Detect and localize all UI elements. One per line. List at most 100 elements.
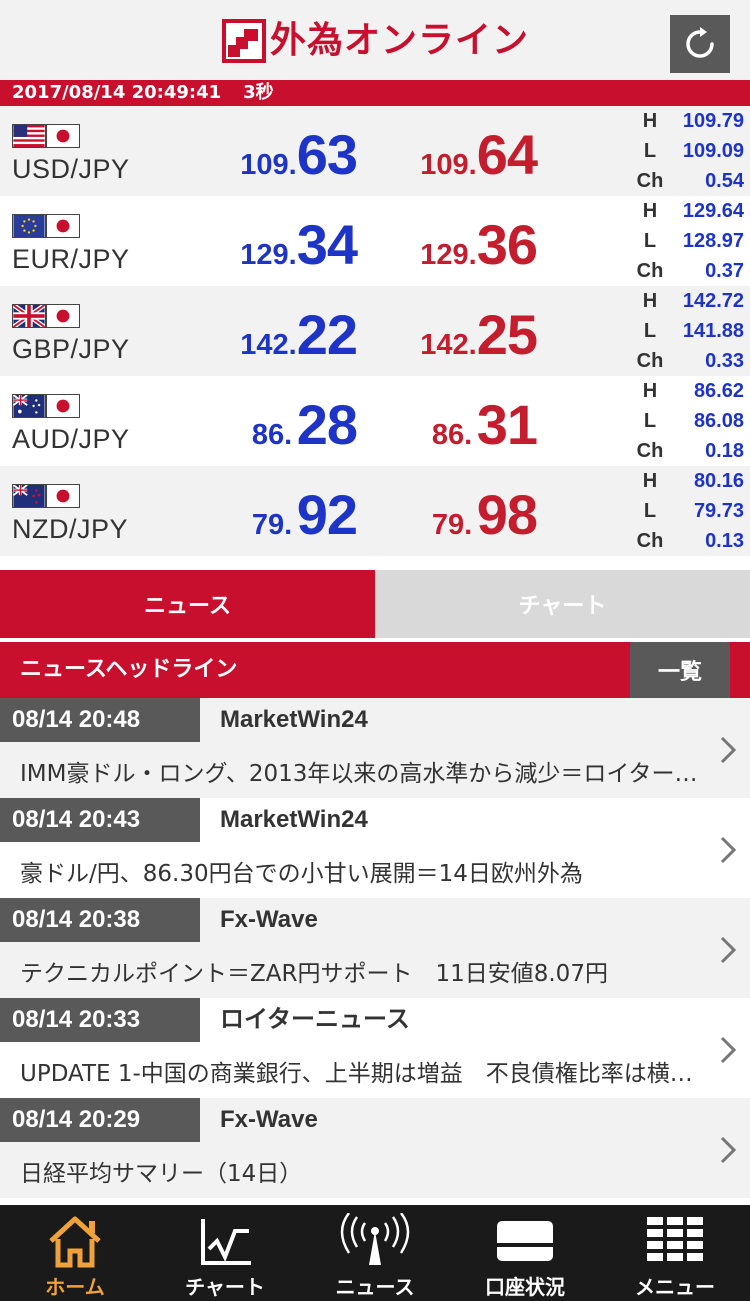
news-headline-bar: ニュースヘッドライン 一覧 — [0, 642, 750, 698]
low-value: 86.08 — [693, 410, 744, 432]
high-value: 129.64 — [682, 200, 744, 222]
news-item[interactable]: 08/14 20:38 Fx-Wave テクニカルポイント＝ZAR円サポート 1… — [0, 898, 750, 998]
home-icon — [49, 1216, 101, 1268]
flag-pair — [12, 304, 80, 328]
nav-account-label: 口座状況 — [485, 1275, 565, 1299]
nav-chart-label: チャート — [185, 1275, 265, 1299]
nav-home-label: ホーム — [45, 1275, 105, 1299]
jp-flag-icon — [46, 214, 80, 238]
jp-flag-icon — [46, 394, 80, 418]
tab-news[interactable]: ニュース — [0, 570, 375, 638]
bid-price[interactable]: 142.22 — [240, 302, 358, 367]
high-value: 109.79 — [682, 110, 744, 132]
nav-menu-label: メニュー — [635, 1275, 715, 1299]
chevron-right-icon — [720, 1036, 737, 1064]
chevron-right-icon — [720, 836, 737, 864]
refresh-button[interactable] — [670, 15, 730, 73]
flag-pair — [12, 394, 80, 418]
app-title: 外為オンライン — [270, 20, 530, 61]
flag-pair — [12, 124, 80, 148]
low-value: 141.88 — [682, 320, 744, 342]
ask-price[interactable]: 86. 31 — [432, 392, 538, 457]
ask-price[interactable]: 79. 98 — [432, 482, 538, 547]
news-headline: UPDATE 1-中国の商業銀行、上半期は増益 不良債権比率は横ばい — [20, 1061, 700, 1087]
grid-menu-icon — [647, 1217, 703, 1261]
logo-mark-icon — [222, 19, 266, 63]
nav-account[interactable]: 口座状況 — [450, 1205, 600, 1301]
flag-pair — [12, 214, 80, 238]
news-time: 08/14 20:48 — [0, 698, 200, 742]
news-time: 08/14 20:38 — [0, 898, 200, 942]
nav-chart[interactable]: チャート — [150, 1205, 300, 1301]
change-value: 0.33 — [705, 350, 744, 372]
news-source: ロイターニュース — [220, 1006, 410, 1033]
news-headline: テクニカルポイント＝ZAR円サポート 11日安値8.07円 — [20, 961, 608, 987]
bid-price[interactable]: 86. 28 — [252, 392, 358, 457]
pair-label: GBP/JPY — [12, 334, 130, 364]
bid-price[interactable]: 129.34 — [240, 212, 358, 277]
update-interval: 3秒 — [243, 82, 274, 103]
news-source: Fx-Wave — [220, 906, 318, 933]
nav-menu[interactable]: メニュー — [600, 1205, 750, 1301]
low-value: 79.73 — [693, 500, 744, 522]
change-value: 0.54 — [705, 170, 744, 192]
high-value: 80.16 — [693, 470, 744, 492]
news-headline: 日経平均サマリー（14日） — [20, 1161, 303, 1187]
ask-price[interactable]: 142.25 — [420, 302, 538, 367]
pair-label: USD/JPY — [12, 154, 130, 184]
news-item[interactable]: 08/14 20:48 MarketWin24 IMM豪ドル・ロング、2013年… — [0, 698, 750, 798]
pair-label: NZD/JPY — [12, 514, 129, 544]
nz-flag-icon — [12, 484, 46, 508]
jp-flag-icon — [46, 484, 80, 508]
rate-row-nzdjpy[interactable]: NZD/JPY 79. 92 79. 98 H 80.16 L 79.73 Ch 0.… — [0, 466, 750, 556]
news-section-title: ニュースヘッドライン — [20, 657, 238, 682]
news-source: MarketWin24 — [220, 806, 368, 833]
change-value: 0.18 — [705, 440, 744, 462]
pair-label: AUD/JPY — [12, 424, 130, 454]
update-datetime: 2017/08/14 20:49:41 — [12, 82, 222, 103]
news-source: MarketWin24 — [220, 706, 368, 733]
high-value: 142.72 — [682, 290, 744, 312]
rate-row-audjpy[interactable]: AUD/JPY 86. 28 86. 31 H 86.62 L 86.08 Ch 0.… — [0, 376, 750, 466]
gb-flag-icon — [12, 304, 46, 328]
us-flag-icon — [12, 124, 46, 148]
update-status-bar: 2017/08/14 20:49:41 3秒 — [0, 80, 750, 106]
high-low-change: H 109.79 L 109.09 Ch 0.54 — [636, 110, 744, 192]
high-low-change: H 129.64 L 128.97 Ch 0.37 — [636, 200, 744, 282]
nav-home[interactable]: ホーム — [0, 1205, 150, 1301]
pair-label: EUR/JPY — [12, 244, 130, 274]
bottom-navigation: ホーム チャート ニュース 口座状況 メニュー — [0, 1205, 750, 1301]
bid-price[interactable]: 109.63 — [240, 122, 358, 187]
au-flag-icon — [12, 394, 46, 418]
news-time: 08/14 20:33 — [0, 998, 200, 1042]
news-source: Fx-Wave — [220, 1106, 318, 1133]
news-item[interactable]: 08/14 20:29 Fx-Wave 日経平均サマリー（14日） — [0, 1098, 750, 1198]
change-value: 0.37 — [705, 260, 744, 282]
tab-chart[interactable]: チャート — [375, 570, 750, 638]
low-value: 109.09 — [682, 140, 744, 162]
eu-flag-icon — [12, 214, 46, 238]
high-value: 86.62 — [693, 380, 744, 402]
refresh-icon — [686, 27, 714, 58]
news-time: 08/14 20:43 — [0, 798, 200, 842]
bid-price[interactable]: 79. 92 — [252, 482, 358, 547]
news-headline: 豪ドル/円、86.30円台での小甘い展開＝14日欧州外為 — [20, 861, 583, 887]
news-item[interactable]: 08/14 20:43 MarketWin24 豪ドル/円、86.30円台での小… — [0, 798, 750, 898]
rate-row-gbpjpy[interactable]: GBP/JPY 142.22 142.25 H 142.72 L 141.88 Ch… — [0, 286, 750, 376]
rate-row-eurjpy[interactable]: EUR/JPY 129.34 129.36 H 129.64 L 128.97 Ch… — [0, 196, 750, 286]
change-value: 0.13 — [705, 530, 744, 552]
high-low-change: H 80.16 L 79.73 Ch 0.13 — [636, 470, 744, 552]
nav-news-label: ニュース — [335, 1275, 415, 1299]
app-header: 外為オンライン — [0, 0, 750, 80]
news-item[interactable]: 08/14 20:33 ロイターニュース UPDATE 1-中国の商業銀行、上半… — [0, 998, 750, 1098]
ask-price[interactable]: 109.64 — [420, 122, 538, 187]
ask-price[interactable]: 129.36 — [420, 212, 538, 277]
low-value: 128.97 — [682, 230, 744, 252]
nav-news[interactable]: ニュース — [300, 1205, 450, 1301]
news-list-button[interactable]: 一覧 — [630, 642, 730, 698]
jp-flag-icon — [46, 304, 80, 328]
rate-list: USD/JPY 109.63 109.64 H 109.79 L 109.09 Ch… — [0, 106, 750, 570]
rate-row-usdjpy[interactable]: USD/JPY 109.63 109.64 H 109.79 L 109.09 Ch… — [0, 106, 750, 196]
app-logo: 外為オンライン — [222, 19, 529, 63]
high-low-change: H 142.72 L 141.88 Ch 0.33 — [636, 290, 744, 372]
